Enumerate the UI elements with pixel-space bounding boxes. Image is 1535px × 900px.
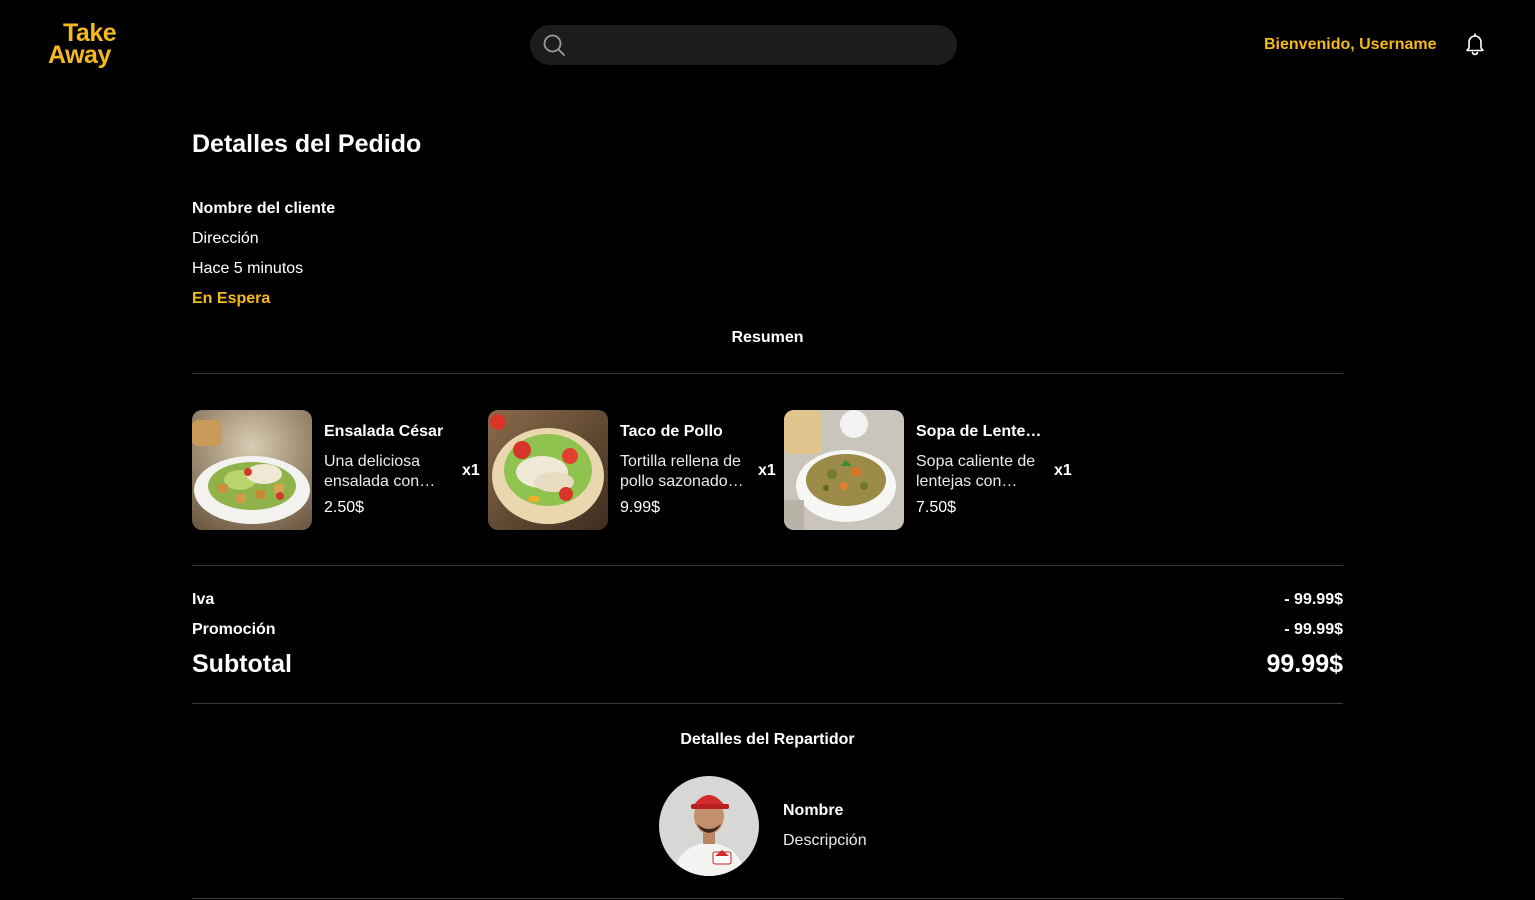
driver-name: Nombre — [783, 802, 844, 819]
chicken-taco-image — [488, 410, 608, 530]
search-input[interactable] — [576, 25, 946, 65]
order-item[interactable]: Ensalada César Una deliciosa ensalada co… — [192, 410, 482, 530]
driver-section-title: Detalles del Repartidor — [680, 731, 855, 748]
promo-value: - 99.99$ — [1284, 621, 1343, 638]
divider — [192, 898, 1343, 899]
caesar-salad-image — [192, 410, 312, 530]
subtotal-value: 99.99$ — [1266, 650, 1343, 678]
iva-label: Iva — [192, 591, 215, 608]
order-time: Hace 5 minutos — [192, 260, 304, 277]
driver-avatar — [659, 776, 759, 876]
welcome-user-link[interactable]: Bienvenido, Username — [1264, 36, 1437, 54]
divider — [192, 373, 1343, 374]
driver-description: Descripción — [783, 832, 867, 849]
client-info: Nombre del cliente Dirección Hace 5 minu… — [192, 194, 335, 314]
client-address: Dirección — [192, 230, 259, 247]
search-icon — [543, 34, 565, 56]
item-name: Sopa de Lentejas — [916, 423, 1044, 440]
iva-value: - 99.99$ — [1284, 591, 1343, 608]
iva-row: Iva - 99.99$ — [192, 591, 1343, 611]
item-quantity: x1 — [758, 462, 776, 479]
promo-label: Promoción — [192, 621, 276, 638]
divider — [192, 703, 1343, 704]
logo-line-2: Away — [48, 41, 111, 69]
item-name: Ensalada César — [324, 423, 444, 440]
item-description: Una deliciosa ensalada con lechuga, crut… — [324, 453, 421, 490]
client-name: Nombre del cliente — [192, 200, 336, 217]
order-item[interactable]: Taco de Pollo Tortilla rellena de pollo … — [488, 410, 778, 530]
subtotal-label: Subtotal — [192, 650, 292, 678]
divider — [192, 565, 1343, 566]
summary-title: Resumen — [731, 329, 804, 346]
item-description: Sopa caliente de lentejas con verduras — [916, 453, 1036, 490]
item-description: Tortilla rellena de pollo sazonado con v… — [620, 453, 741, 490]
item-name: Taco de Pollo — [620, 423, 723, 440]
item-quantity: x1 — [462, 462, 480, 479]
takeaway-logo[interactable]: Take Away — [48, 21, 117, 69]
promo-row: Promoción - 99.99$ — [192, 621, 1343, 641]
page-title: Detalles del Pedido — [192, 130, 422, 158]
item-price: 2.50$ — [324, 499, 365, 516]
item-price: 9.99$ — [620, 499, 661, 516]
order-status-badge: En Espera — [192, 290, 271, 307]
search-bar — [530, 25, 957, 65]
notification-bell-icon[interactable] — [1463, 32, 1487, 56]
lentil-soup-image — [784, 410, 904, 530]
subtotal-row: Subtotal 99.99$ — [192, 650, 1343, 682]
item-price: 7.50$ — [916, 499, 957, 516]
top-bar: Take Away Bienvenido, Username — [0, 0, 1535, 90]
order-item[interactable]: Sopa de Lentejas Sopa caliente de lentej… — [784, 410, 1074, 530]
item-quantity: x1 — [1054, 462, 1072, 479]
